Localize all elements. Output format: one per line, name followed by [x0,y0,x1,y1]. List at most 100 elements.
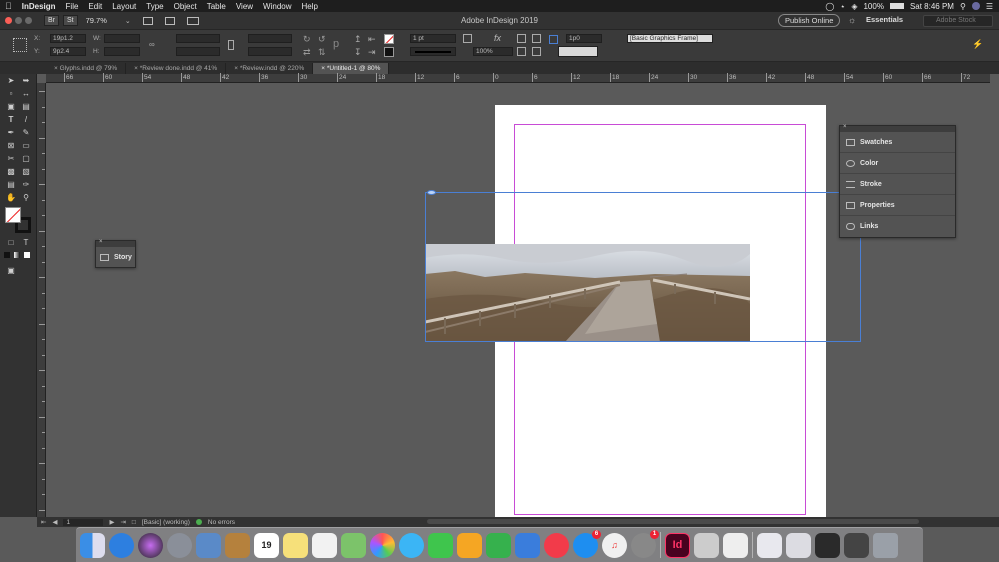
panel-item-story[interactable]: Story [96,247,135,267]
auto-fit-icon[interactable] [549,35,558,44]
screen-mode-icon[interactable] [164,16,175,25]
gradient-feather-tool-icon[interactable]: ▧ [21,167,31,176]
menu-edit[interactable]: Edit [83,2,107,11]
apply-color-icon[interactable] [4,252,10,258]
horizontal-scrollbar[interactable] [427,519,919,524]
corner-offset-field[interactable]: 1p0 [566,34,602,43]
spotlight-icon[interactable]: ⚲ [960,2,966,11]
stock-search-input[interactable]: Adobe Stock [923,15,993,27]
scale-lock-icon[interactable] [228,40,234,50]
fill-stroke-swatches[interactable] [5,207,33,235]
eyedropper-tool-icon[interactable]: ✑ [21,180,31,189]
page-number-field[interactable]: 1 [63,518,104,526]
zoom-window-button[interactable] [25,17,32,24]
x-position-field[interactable]: 19p1.2 [50,34,86,43]
pages-icon[interactable] [457,532,482,558]
app-store-icon[interactable]: 6 [573,529,601,558]
gap-tool-icon[interactable]: ↔ [21,89,31,98]
bluetooth-icon[interactable]: ⋆ [840,2,845,11]
text-wrap-icon[interactable] [517,34,526,43]
pen-tool-icon[interactable]: ✒ [6,128,16,137]
dock-header[interactable]: × [840,124,955,132]
rectangle-frame-tool-icon[interactable]: ⊠ [6,141,16,150]
panel-item-swatches[interactable]: Swatches [840,132,955,153]
menu-type[interactable]: Type [141,2,168,11]
calendar-icon[interactable]: 19 [254,532,279,558]
last-page-icon[interactable]: ⇥ [120,518,125,526]
finder-icon[interactable] [80,532,105,558]
menu-object[interactable]: Object [169,2,202,11]
formatting-container-icon[interactable]: □ [6,238,16,247]
launchpad-icon[interactable] [167,532,192,558]
content-placer-icon[interactable]: ▤ [21,102,31,111]
corner-shape-dropdown[interactable] [558,46,598,57]
tab-untitled-1[interactable]: × *Untitled-1 @ 80% [313,63,390,74]
constrain-proportions-icon[interactable]: ∞ [149,40,155,49]
zoom-dropdown-chevron-icon[interactable]: ⌄ [125,17,131,25]
menubar-clock[interactable]: Sat 8:46 PM [910,2,954,11]
preflight-profile[interactable]: [Basic] (working) [142,519,190,526]
scissors-tool-icon[interactable]: ✂ [6,154,16,163]
panel-item-properties[interactable]: Properties [840,195,955,216]
menu-help[interactable]: Help [297,2,323,11]
scale-y-field[interactable] [176,47,220,56]
battery-icon[interactable] [889,3,904,9]
menu-table[interactable]: Table [202,2,231,11]
effects-fx-icon[interactable]: fx [494,33,501,43]
tab-glyphs[interactable]: × Glyphs.indd @ 79% [46,63,127,74]
pencil-tool-icon[interactable]: ✎ [21,128,31,137]
type-tool-icon[interactable]: T [6,115,16,124]
notefile-icon[interactable] [225,532,250,558]
reference-point-icon[interactable] [13,38,27,52]
file-icon[interactable] [786,532,811,558]
publish-online-button[interactable]: Publish Online [778,14,841,27]
hand-tool-icon[interactable]: ✋ [6,193,16,202]
quick-apply-icon[interactable]: ⚡ [972,39,983,50]
horizontal-ruler[interactable]: 66 60 54 48 42 36 30 24 18 12 6 0 6 12 18 24 30 36 42 48 54 6… [46,73,990,83]
rotation-angle-field[interactable] [248,34,292,43]
select-container-icon[interactable]: ↥ [354,34,362,45]
downloads-icon[interactable] [844,532,869,558]
music-icon[interactable]: ♫ [602,532,627,558]
tab-review[interactable]: × *Review.indd @ 220% [226,63,314,74]
zoom-level[interactable]: 79.7% [86,16,107,25]
lightbulb-icon[interactable]: ☼ [848,15,856,25]
gradient-swatch-tool-icon[interactable]: ▩ [6,167,16,176]
bridge-button[interactable]: Br [44,15,59,26]
reminders-icon[interactable] [312,532,337,558]
open-page-icon[interactable]: □ [132,519,136,526]
panel-item-color[interactable]: Color [840,153,955,174]
select-next-icon[interactable]: ⇥ [368,47,376,58]
page-tool-icon[interactable]: ▫ [6,89,16,98]
notes-icon[interactable] [283,532,308,558]
direct-selection-tool-icon[interactable]: ➥ [21,76,31,85]
trash-icon[interactable] [873,532,898,558]
creative-cloud-icon[interactable]: ◯ [825,2,834,11]
view-options-icon[interactable] [142,16,153,25]
rectangle-tool-icon[interactable]: ▭ [21,141,31,150]
object-style-dropdown[interactable]: [Basic Graphics Frame] [627,34,713,43]
minimize-window-button[interactable] [15,17,22,24]
panel-item-links[interactable]: Links [840,216,955,237]
flip-vertical-icon[interactable]: ⇅ [318,47,326,58]
numbers-icon[interactable] [486,532,511,558]
menu-file[interactable]: File [61,2,84,11]
screen-mode-normal-icon[interactable]: ▣ [6,266,16,275]
scale-x-field[interactable] [176,34,220,43]
first-page-icon[interactable]: ⇤ [41,518,46,526]
preflight-errors[interactable]: No errors [208,519,235,526]
preview-icon[interactable] [196,532,221,558]
apple-menu-icon[interactable]:  [0,1,17,11]
user-avatar-icon[interactable] [971,2,980,10]
document-stack-icon[interactable] [757,532,782,558]
script-editor-icon[interactable] [694,532,719,558]
keynote-icon[interactable] [515,532,540,558]
flip-horizontal-icon[interactable]: ⇄ [303,47,311,58]
paragraph-p-icon[interactable]: p [333,38,339,50]
indesign-icon[interactable]: Id [665,532,690,558]
opacity-field[interactable]: 100% [473,47,513,56]
panel-item-stroke[interactable]: Stroke [840,174,955,195]
rotate-ccw-icon[interactable]: ↺ [318,34,326,45]
select-prev-icon[interactable]: ⇤ [368,34,376,45]
fill-frame-icon[interactable] [517,47,526,56]
